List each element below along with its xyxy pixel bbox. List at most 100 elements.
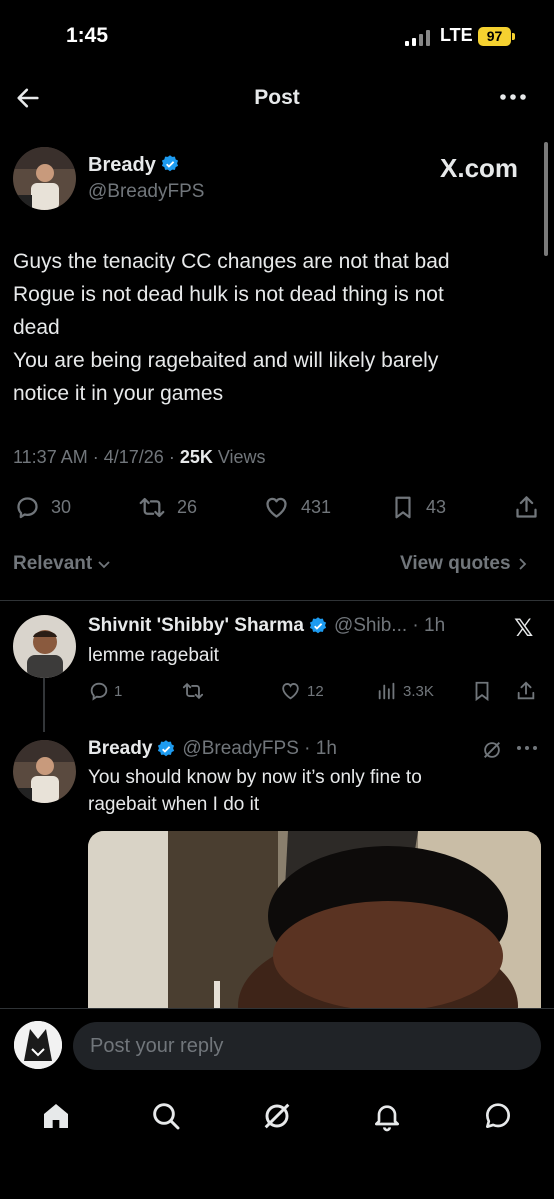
- post-text: Guys the tenacity CC changes are not tha…: [13, 245, 533, 410]
- avatar-image: [13, 147, 76, 210]
- post-text-line: dead: [13, 316, 60, 339]
- battery-indicator: 97: [478, 27, 511, 46]
- thread-connector: [43, 678, 45, 732]
- repost-icon: [139, 497, 165, 518]
- avatar[interactable]: [13, 740, 76, 803]
- like-button[interactable]: 12: [279, 680, 324, 702]
- grok-icon: [264, 1103, 290, 1129]
- share-icon: [517, 681, 535, 700]
- network-label: LTE: [440, 25, 473, 45]
- battery-tip: [512, 33, 515, 40]
- page-title: Post: [254, 86, 300, 109]
- bookmark-button[interactable]: [471, 680, 493, 702]
- nav-grok[interactable]: [261, 1100, 293, 1132]
- views-label[interactable]: Views: [218, 447, 266, 467]
- views-button[interactable]: 3.3K: [376, 680, 434, 702]
- view-quotes-link[interactable]: View quotes: [400, 553, 529, 575]
- nav-notifications[interactable]: [371, 1100, 403, 1132]
- reply-icon: [90, 682, 108, 701]
- reply-text: lemme ragebait: [88, 645, 219, 666]
- post-text-line: notice it in your games: [13, 382, 224, 405]
- sort-dropdown[interactable]: Relevant: [13, 553, 112, 575]
- share-icon: [516, 496, 537, 518]
- post-text-line: You are being ragebaited and will likely…: [13, 349, 439, 372]
- more-dots-icon: [500, 94, 526, 100]
- reply-text: You should know by now it’s only fine to…: [88, 764, 528, 818]
- nav-messages[interactable]: [482, 1100, 514, 1132]
- verified-icon: [158, 740, 175, 757]
- like-button[interactable]: 431: [262, 494, 331, 521]
- share-button[interactable]: [515, 680, 537, 702]
- grok-button[interactable]: [481, 739, 503, 761]
- view-quotes-label: View quotes: [400, 553, 511, 574]
- chevron-right-icon: [518, 558, 526, 570]
- reply-handle-time: @Shib... · 1h: [333, 615, 446, 636]
- nav-search[interactable]: [150, 1100, 182, 1132]
- post-handle[interactable]: @BreadyFPS: [88, 181, 204, 203]
- post-date: 4/17/26: [103, 447, 164, 467]
- analytics-icon: [378, 682, 395, 700]
- repost-button[interactable]: 26: [137, 494, 197, 521]
- grok-icon: [484, 742, 500, 758]
- reply-icon: [17, 497, 38, 519]
- bookmark-count: 43: [426, 497, 447, 517]
- heart-icon: [282, 683, 299, 700]
- post-time: 11:37 AM: [13, 447, 88, 467]
- avatar[interactable]: [13, 147, 76, 210]
- chevron-down-icon: [98, 561, 110, 569]
- reply-count: 1: [114, 682, 123, 700]
- more-button[interactable]: [498, 90, 528, 104]
- my-avatar[interactable]: [14, 1021, 62, 1069]
- more-dots-icon: [517, 746, 537, 750]
- bookmark-button[interactable]: 43: [390, 494, 446, 521]
- reply-text-line: You should know by now it’s only fine to: [88, 767, 422, 788]
- media-photo: [88, 831, 541, 1021]
- verified-icon: [161, 155, 178, 172]
- search-icon: [153, 1103, 180, 1130]
- reply-button[interactable]: 30: [14, 494, 71, 521]
- status-time: 1:45: [66, 24, 109, 47]
- bookmark-icon: [475, 681, 489, 702]
- reply-header[interactable]: Shivnit 'Shibby' Sharma @Shib... · 1h: [88, 615, 445, 637]
- notifications-icon: [375, 1105, 399, 1132]
- home-icon: [44, 1104, 68, 1128]
- reply-text-line: ragebait when I do it: [88, 794, 260, 815]
- post-author[interactable]: Bready: [88, 154, 180, 177]
- verified-icon: [309, 617, 327, 634]
- views-count: 25K: [179, 447, 213, 467]
- sort-label: Relevant: [13, 553, 93, 574]
- like-count: 12: [307, 682, 324, 700]
- like-count: 431: [301, 497, 332, 517]
- more-button[interactable]: [516, 744, 538, 752]
- avatar-image: [13, 740, 76, 803]
- reply-media-image[interactable]: [88, 831, 541, 1021]
- repost-button[interactable]: [181, 680, 205, 702]
- repost-icon: [182, 682, 204, 700]
- post-text-line: Rogue is not dead hulk is not dead thing…: [13, 283, 444, 306]
- reply-input[interactable]: Post your reply: [73, 1022, 541, 1070]
- post-text-line: Guys the tenacity CC changes are not tha…: [13, 250, 450, 273]
- avatar-image: [13, 615, 76, 678]
- reply-handle-time: @BreadyFPS · 1h: [182, 738, 337, 759]
- avatar[interactable]: [13, 615, 76, 678]
- share-button[interactable]: [513, 494, 540, 521]
- messages-icon: [486, 1103, 510, 1128]
- reply-button[interactable]: 1: [88, 680, 122, 702]
- bookmark-icon: [395, 496, 411, 519]
- reply-author-name: Bready: [88, 738, 153, 759]
- reply-author-name: Shivnit 'Shibby' Sharma: [88, 615, 304, 636]
- heart-icon: [266, 497, 287, 518]
- nav-home[interactable]: [40, 1100, 72, 1132]
- x-logo-icon: 𝕏: [514, 615, 534, 642]
- xcom-badge[interactable]: X.com: [440, 153, 518, 184]
- scrollbar[interactable]: [544, 142, 548, 256]
- reply-header[interactable]: Bready @BreadyFPS · 1h: [88, 738, 337, 760]
- signal-icon: [405, 28, 430, 46]
- repost-count: 26: [177, 497, 198, 517]
- views-count: 3.3K: [403, 682, 434, 700]
- post-meta: 11:37 AM · 4/17/26 · 25K Views: [13, 447, 266, 467]
- post-author-name: Bready: [88, 154, 156, 176]
- divider: [0, 600, 554, 601]
- avatar-image: [14, 1021, 62, 1069]
- reply-count: 30: [51, 497, 72, 517]
